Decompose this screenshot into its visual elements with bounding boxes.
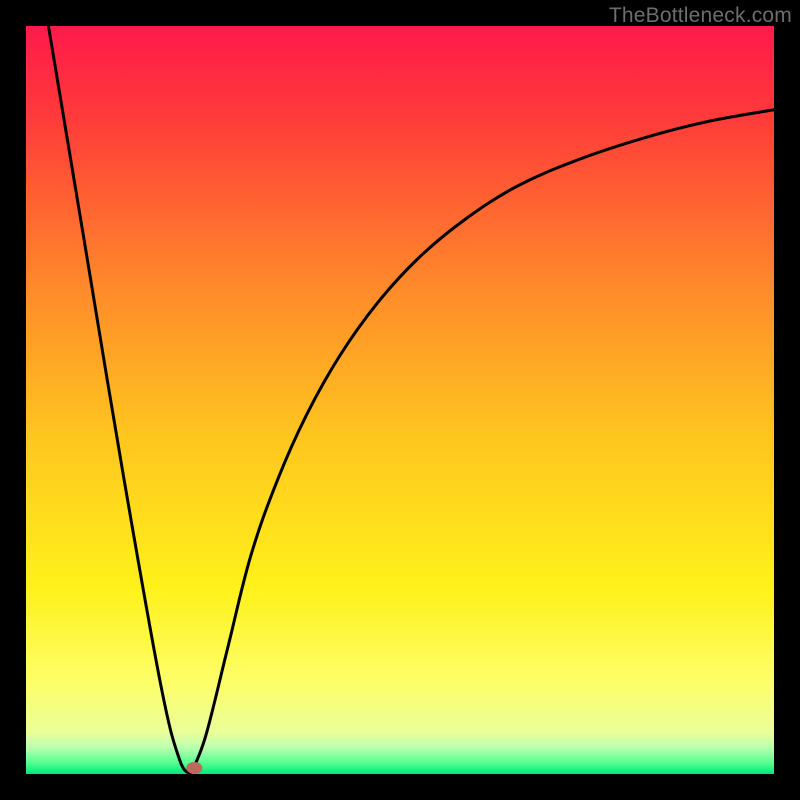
gradient-background xyxy=(26,26,774,774)
chart-frame: TheBottleneck.com xyxy=(0,0,800,800)
chart-svg xyxy=(26,26,774,774)
min-marker xyxy=(186,762,202,774)
watermark-text: TheBottleneck.com xyxy=(609,4,792,28)
plot-area xyxy=(26,26,774,774)
